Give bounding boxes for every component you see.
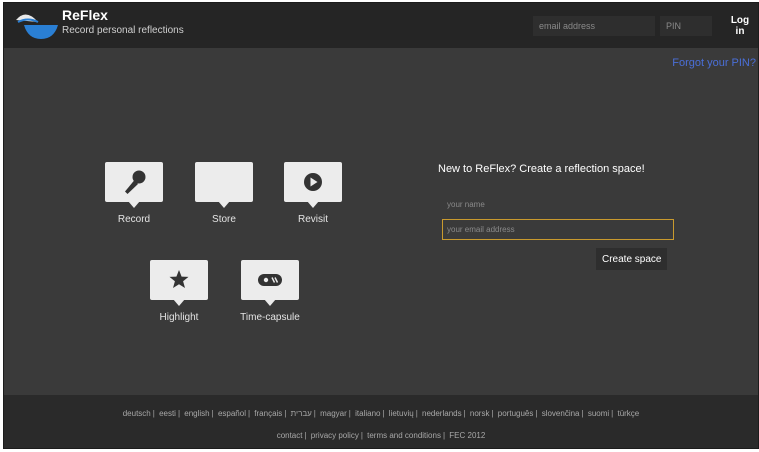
screen-icon bbox=[209, 167, 239, 197]
feature-store-label: Store bbox=[212, 214, 236, 225]
separator: | bbox=[360, 431, 363, 440]
create-space-button[interactable]: Create space bbox=[596, 248, 668, 270]
language-link[interactable]: español bbox=[218, 409, 246, 418]
app-window: ReFlex Record personal reflections Log i… bbox=[3, 2, 759, 449]
login-email-input[interactable] bbox=[533, 16, 655, 36]
store-bubble bbox=[195, 162, 253, 208]
contact-link[interactable]: contact bbox=[277, 431, 303, 440]
language-link[interactable]: suomi bbox=[588, 409, 609, 418]
language-link[interactable]: english bbox=[184, 409, 209, 418]
separator: | bbox=[442, 431, 446, 440]
timecapsule-bubble bbox=[241, 260, 299, 306]
separator: | bbox=[611, 409, 614, 418]
app-subtitle: Record personal reflections bbox=[62, 25, 184, 36]
separator: | bbox=[304, 431, 307, 440]
feature-store: Store bbox=[184, 162, 264, 225]
footer-links: contact | privacy policy | terms and condi… bbox=[4, 431, 758, 440]
separator: | bbox=[313, 409, 316, 418]
copyright-text: FEC 2012 bbox=[449, 431, 486, 440]
feature-highlight: Highlight bbox=[139, 260, 219, 323]
language-link[interactable]: magyar bbox=[320, 409, 347, 418]
revisit-bubble bbox=[284, 162, 342, 208]
feature-revisit-label: Revisit bbox=[297, 214, 328, 225]
language-link[interactable]: lietuvių bbox=[389, 409, 414, 418]
feature-record: Record bbox=[94, 162, 174, 225]
microphone-icon bbox=[125, 170, 146, 194]
separator: | bbox=[284, 409, 287, 418]
terms-link[interactable]: terms and conditions bbox=[367, 431, 441, 440]
feature-timecapsule: Time-capsule bbox=[230, 260, 310, 323]
feature-timecapsule-label: Time-capsule bbox=[240, 312, 300, 323]
language-link[interactable]: norsk bbox=[470, 409, 490, 418]
language-link[interactable]: türkçe bbox=[617, 409, 639, 418]
separator: | bbox=[535, 409, 538, 418]
header-bar: ReFlex Record personal reflections Log i… bbox=[4, 3, 758, 48]
signup-heading: New to ReFlex? Create a reflection space… bbox=[438, 163, 645, 175]
play-icon bbox=[304, 173, 322, 191]
separator: | bbox=[211, 409, 214, 418]
language-link[interactable]: עברית bbox=[291, 409, 312, 418]
language-link[interactable]: português bbox=[498, 409, 534, 418]
separator: | bbox=[348, 409, 351, 418]
forgot-pin-link[interactable]: Forgot your PIN? bbox=[672, 57, 756, 69]
feature-record-label: Record bbox=[117, 214, 151, 225]
language-link[interactable]: eesti bbox=[159, 409, 176, 418]
reflex-logo-icon bbox=[16, 14, 58, 39]
separator: | bbox=[152, 409, 155, 418]
separator: | bbox=[415, 409, 418, 418]
separator: | bbox=[382, 409, 385, 418]
language-link[interactable]: français bbox=[254, 409, 282, 418]
signup-email-input[interactable] bbox=[442, 219, 674, 240]
login-button[interactable]: Log in bbox=[722, 14, 758, 38]
separator: | bbox=[247, 409, 251, 418]
footer: deutsch | eesti | english | español | frança… bbox=[4, 395, 758, 448]
star-icon bbox=[169, 270, 189, 288]
feature-highlight-label: Highlight bbox=[159, 312, 199, 323]
language-link[interactable]: nederlands bbox=[422, 409, 462, 418]
language-link[interactable]: slovenčina bbox=[542, 409, 580, 418]
signup-name-input[interactable] bbox=[442, 194, 674, 214]
privacy-policy-link[interactable]: privacy policy bbox=[311, 431, 359, 440]
language-link[interactable]: deutsch bbox=[123, 409, 151, 418]
record-bubble bbox=[105, 162, 163, 208]
highlight-bubble bbox=[150, 260, 208, 306]
login-pin-input[interactable] bbox=[660, 16, 712, 36]
app-title: ReFlex bbox=[62, 7, 108, 23]
feature-revisit: Revisit bbox=[273, 162, 353, 225]
language-link[interactable]: italiano bbox=[355, 409, 380, 418]
separator: | bbox=[581, 409, 584, 418]
capsule-icon bbox=[258, 274, 282, 286]
separator: | bbox=[463, 409, 466, 418]
language-list: deutsch | eesti | english | español | frança… bbox=[4, 409, 758, 418]
separator: | bbox=[177, 409, 181, 418]
separator: | bbox=[491, 409, 494, 418]
